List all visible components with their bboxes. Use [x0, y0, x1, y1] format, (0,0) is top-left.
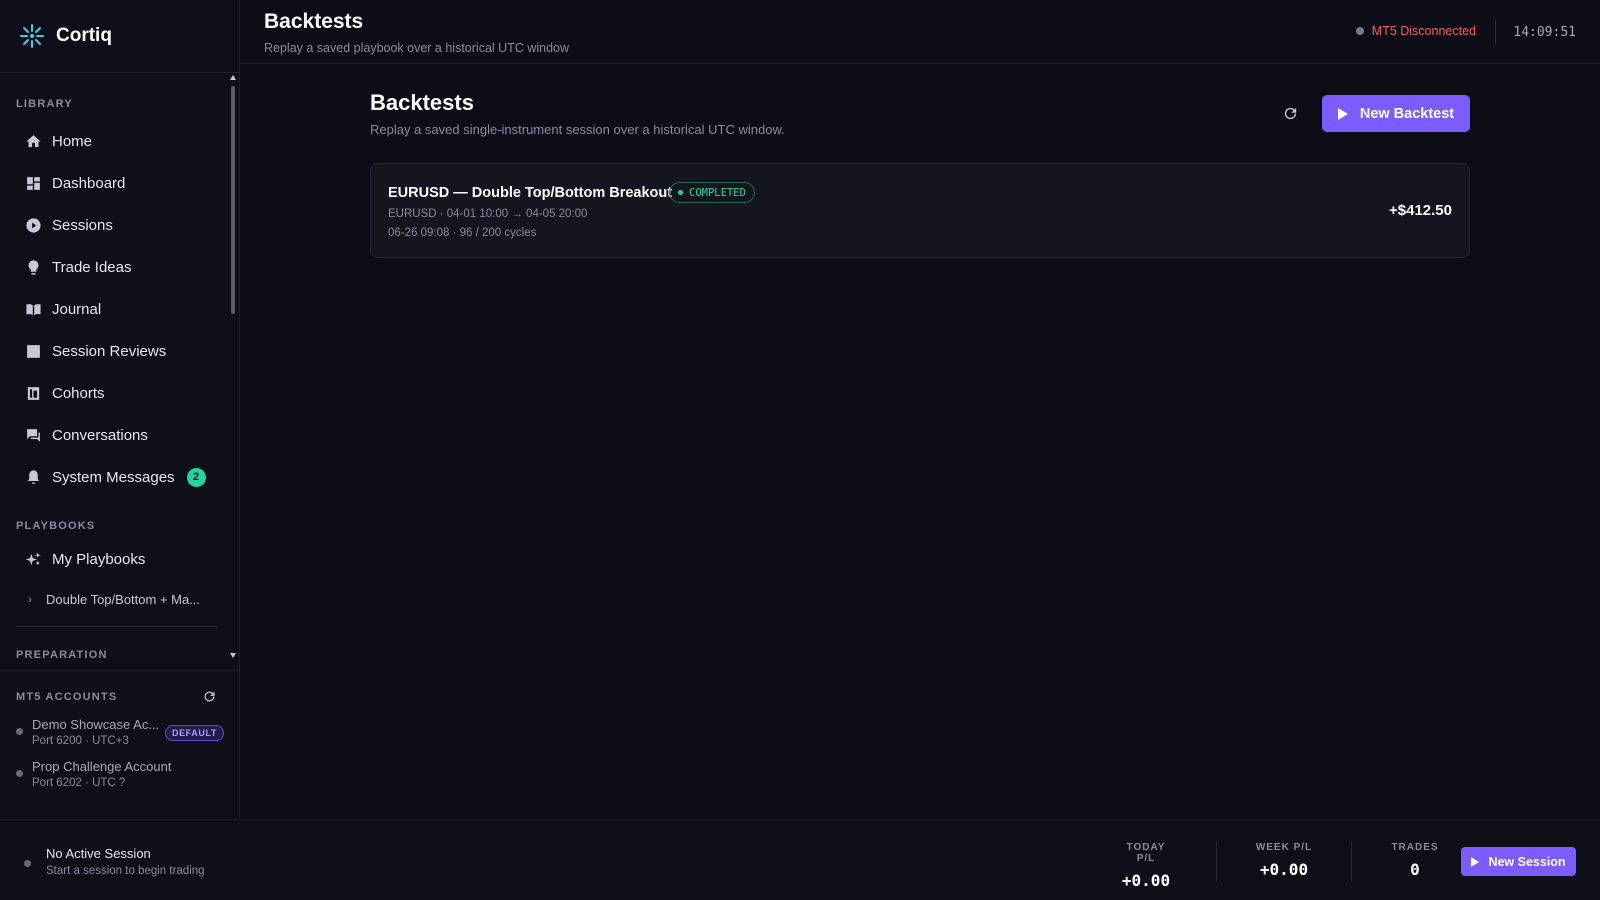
- section-subtitle: Replay a saved single-instrument session…: [370, 122, 785, 137]
- sidebar-item-cohorts[interactable]: Cohorts: [0, 372, 240, 414]
- mt5-accounts-panel: MT5 ACCOUNTS Demo Showcase Ac... Port 62…: [0, 670, 240, 819]
- clock: 14:09:51: [1513, 25, 1576, 40]
- account-name: Demo Showcase Ac...: [32, 717, 160, 732]
- sidebar-item-home[interactable]: Home: [0, 120, 240, 162]
- sidebar-item-conversations[interactable]: Conversations: [0, 414, 240, 456]
- account-item[interactable]: Prop Challenge Account Port 6202 · UTC ?: [0, 759, 240, 789]
- play-icon: [1337, 107, 1348, 120]
- today-pl-stat: TODAY P/L +0.00: [1116, 842, 1176, 890]
- backtest-run-info: 06-26 09:08 · 96 / 200 cycles: [388, 227, 537, 239]
- section-label-preparation: PREPARATION: [16, 649, 108, 661]
- stat-divider: [1351, 842, 1352, 882]
- backtest-pnl: +$412.50: [1389, 202, 1452, 219]
- stat-value: +0.00: [1259, 860, 1309, 879]
- stat-value: 0: [1410, 860, 1420, 879]
- sidebar-item-label: System Messages: [52, 468, 175, 486]
- sidebar-item-label: Trade Ideas: [52, 258, 132, 276]
- sidebar-nav[interactable]: LIBRARY Home Dashboard Sessions Trade Id…: [0, 74, 240, 662]
- chat-icon: [24, 426, 42, 444]
- dashboard-icon: [24, 174, 42, 192]
- topbar-divider: [1495, 20, 1496, 44]
- bell-icon: [24, 468, 42, 486]
- chevron-right-icon: ›: [28, 592, 32, 606]
- sidebar-item-session-reviews[interactable]: Session Reviews: [0, 330, 240, 372]
- status-dot-icon: [678, 190, 683, 195]
- new-session-button[interactable]: New Session: [1461, 847, 1576, 876]
- cohorts-icon: [24, 384, 42, 402]
- backtest-range: EURUSD · 04-01 10:00 → 04-05 20:00: [388, 208, 588, 220]
- cortiq-logo-icon: [20, 24, 44, 48]
- new-backtest-button[interactable]: New Backtest: [1322, 95, 1470, 132]
- backtest-card[interactable]: EURUSD — Double Top/Bottom Breakout COMP…: [370, 163, 1470, 258]
- playbook-item-label: Double Top/Bottom + Ma...: [46, 591, 201, 607]
- refresh-icon: [1284, 107, 1296, 119]
- sidebar-item-my-playbooks[interactable]: My Playbooks: [0, 538, 240, 580]
- sidebar-item-trade-ideas[interactable]: Trade Ideas: [0, 246, 240, 288]
- sidebar: Cortiq LIBRARY Home Dashboard Sessions T…: [0, 0, 240, 819]
- refresh-button[interactable]: [1279, 102, 1301, 124]
- session-status-dot: [24, 860, 31, 867]
- brand[interactable]: Cortiq: [0, 0, 239, 73]
- stat-label: WEEK P/L: [1255, 842, 1313, 853]
- sidebar-scrollbar[interactable]: [231, 86, 235, 314]
- account-status-dot: [16, 770, 23, 777]
- book-icon: [24, 300, 42, 318]
- playbook-item[interactable]: › Double Top/Bottom + Ma...: [0, 580, 240, 618]
- scroll-up-arrow-icon[interactable]: [230, 75, 236, 80]
- stat-divider: [1216, 842, 1217, 882]
- section-label-mt5-accounts: MT5 ACCOUNTS: [16, 691, 118, 703]
- default-badge: DEFAULT: [164, 725, 224, 741]
- stat-label: TODAY P/L: [1126, 842, 1166, 864]
- connection-status[interactable]: MT5 Disconnected: [1355, 24, 1476, 38]
- sidebar-item-label: Cohorts: [52, 384, 105, 402]
- sidebar-item-system-messages[interactable]: System Messages 2: [0, 456, 240, 498]
- refresh-accounts-icon[interactable]: [202, 689, 218, 705]
- review-icon: [24, 342, 42, 360]
- sidebar-item-journal[interactable]: Journal: [0, 288, 240, 330]
- sidebar-item-dashboard[interactable]: Dashboard: [0, 162, 240, 204]
- stat-label: TRADES: [1391, 842, 1439, 853]
- sidebar-item-label: Sessions: [52, 216, 113, 234]
- account-item[interactable]: Demo Showcase Ac... Port 6200 · UTC+3 DE…: [0, 717, 240, 747]
- sidebar-item-label: Session Reviews: [52, 342, 167, 360]
- page-title: Backtests: [264, 10, 364, 33]
- session-title: No Active Session: [46, 846, 151, 861]
- sparkles-icon: [24, 550, 42, 568]
- status-dot-icon: [1355, 27, 1364, 35]
- section-label-playbooks: PLAYBOOKS: [16, 520, 96, 532]
- play-icon: [1471, 856, 1480, 867]
- connection-status-label: MT5 Disconnected: [1371, 24, 1476, 38]
- sidebar-item-label: Journal: [52, 300, 102, 318]
- week-pl-stat: WEEK P/L +0.00: [1254, 842, 1314, 879]
- sidebar-item-label: Dashboard: [52, 174, 126, 192]
- sidebar-item-label: My Playbooks: [52, 550, 146, 568]
- trades-stat: TRADES 0: [1390, 842, 1440, 879]
- lightbulb-icon: [24, 258, 42, 276]
- new-backtest-label: New Backtest: [1359, 105, 1455, 122]
- bottom-bar: No Active Session Start a session to beg…: [0, 819, 1600, 900]
- section-label-library: LIBRARY: [16, 98, 73, 110]
- brand-name: Cortiq: [56, 25, 112, 46]
- status-badge: COMPLETED: [669, 182, 755, 203]
- stat-value: +0.00: [1121, 871, 1171, 890]
- scroll-down-arrow-icon[interactable]: [230, 653, 236, 658]
- account-meta: Port 6202 · UTC ?: [32, 777, 126, 789]
- page-subtitle: Replay a saved playbook over a historica…: [264, 41, 570, 55]
- account-name: Prop Challenge Account: [32, 759, 172, 774]
- top-bar: Backtests Replay a saved playbook over a…: [240, 0, 1600, 64]
- session-subtitle: Start a session to begin trading: [46, 865, 205, 877]
- account-meta: Port 6200 · UTC+3: [32, 735, 129, 747]
- status-badge-label: COMPLETED: [689, 186, 746, 199]
- new-session-label: New Session: [1488, 854, 1566, 869]
- backtest-title: EURUSD — Double Top/Bottom Breakout: [388, 185, 673, 201]
- sidebar-item-label: Home: [52, 132, 93, 150]
- section-title: Backtests: [370, 90, 474, 115]
- sidebar-item-sessions[interactable]: Sessions: [0, 204, 240, 246]
- sidebar-item-label: Conversations: [52, 426, 148, 444]
- unread-count-badge: 2: [186, 467, 206, 487]
- play-circle-icon: [24, 216, 42, 234]
- home-icon: [24, 132, 42, 150]
- account-status-dot: [16, 728, 23, 735]
